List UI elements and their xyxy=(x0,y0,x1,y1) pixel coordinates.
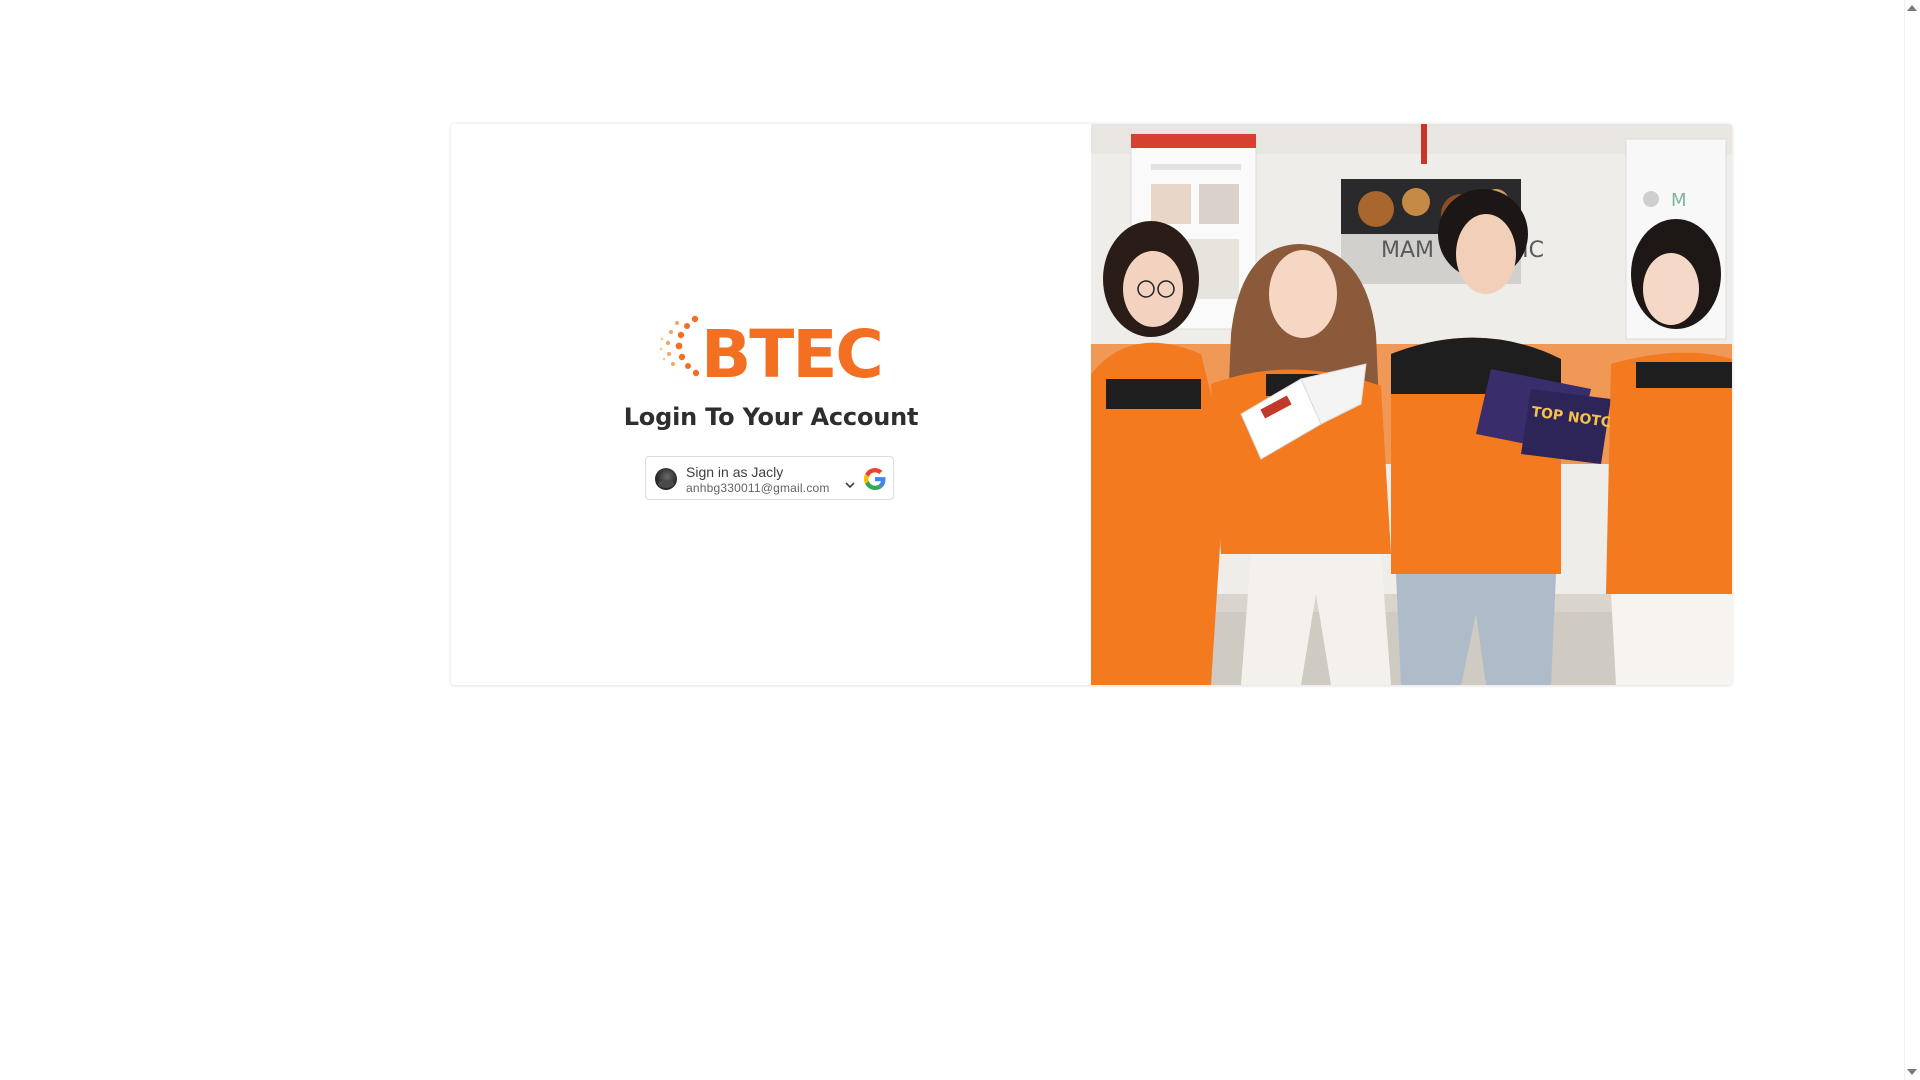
btec-logo: BTEC xyxy=(657,309,889,389)
scrollbar-track xyxy=(1904,0,1905,1080)
btec-logo-icon: BTEC xyxy=(659,315,884,389)
user-avatar xyxy=(655,468,677,490)
chevron-down-icon[interactable] xyxy=(845,481,855,489)
login-pane: BTEC Login To Your Account Sign in as Ja… xyxy=(451,124,1091,685)
students-reading-photo: M MAM ORGANIC xyxy=(1091,124,1732,685)
login-page: BTEC Login To Your Account Sign in as Ja… xyxy=(0,0,1920,1080)
page-title: Login To Your Account xyxy=(623,403,919,431)
svg-text:M: M xyxy=(1671,190,1687,211)
google-icon xyxy=(864,468,886,490)
page-scrollbar[interactable] xyxy=(1903,0,1920,1080)
signin-name-label: Sign in as Jacly xyxy=(686,464,784,480)
login-card: BTEC Login To Your Account Sign in as Ja… xyxy=(451,124,1732,685)
google-signin-button[interactable]: Sign in as Jacly anhbg330011@gmail.com xyxy=(645,456,894,500)
signin-email-label: anhbg330011@gmail.com xyxy=(686,481,830,495)
hero-photo: M MAM ORGANIC xyxy=(1091,124,1732,685)
logo-text: BTEC xyxy=(701,316,882,389)
scroll-up-icon[interactable] xyxy=(1907,5,1917,11)
scroll-down-icon[interactable] xyxy=(1907,1069,1917,1075)
